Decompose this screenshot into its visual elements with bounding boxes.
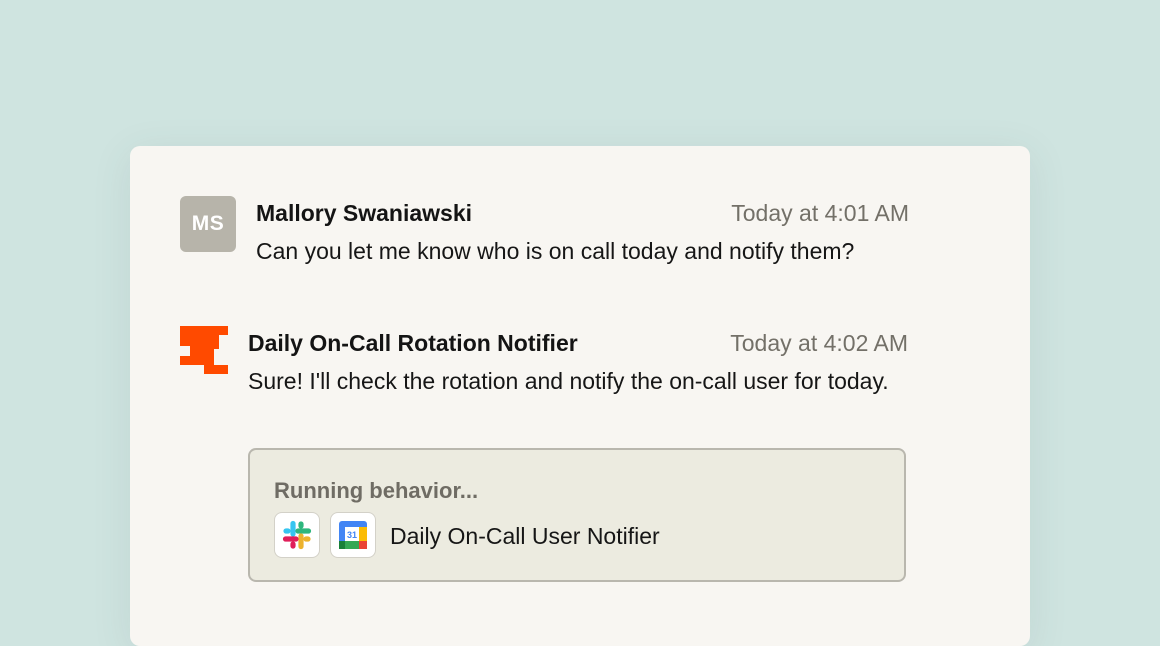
bot-logo-icon[interactable] — [180, 326, 230, 374]
message-timestamp[interactable]: Today at 4:02 AM — [730, 330, 908, 357]
message-text: Sure! I'll check the rotation and notify… — [248, 368, 889, 394]
sender-name[interactable]: Mallory Swaniawski — [256, 200, 472, 227]
chat-card: MS Mallory Swaniawski Today at 4:01 AM C… — [130, 146, 1030, 646]
running-behavior-panel[interactable]: Running behavior... 31 Daily On-Call Use… — [248, 448, 906, 582]
calendar-date-label: 31 — [347, 530, 357, 540]
slack-icon — [282, 520, 312, 550]
behavior-status: Running behavior... — [274, 478, 479, 503]
avatar[interactable]: MS — [180, 196, 236, 252]
behavior-name[interactable]: Daily On-Call User Notifier — [390, 523, 660, 550]
slack-app-badge — [274, 512, 320, 558]
google-calendar-icon: 31 — [339, 521, 367, 549]
message-text: Can you let me know who is on call today… — [256, 238, 855, 264]
google-calendar-app-badge: 31 — [330, 512, 376, 558]
sender-name[interactable]: Daily On-Call Rotation Notifier — [248, 330, 578, 357]
message-timestamp[interactable]: Today at 4:01 AM — [731, 200, 909, 227]
